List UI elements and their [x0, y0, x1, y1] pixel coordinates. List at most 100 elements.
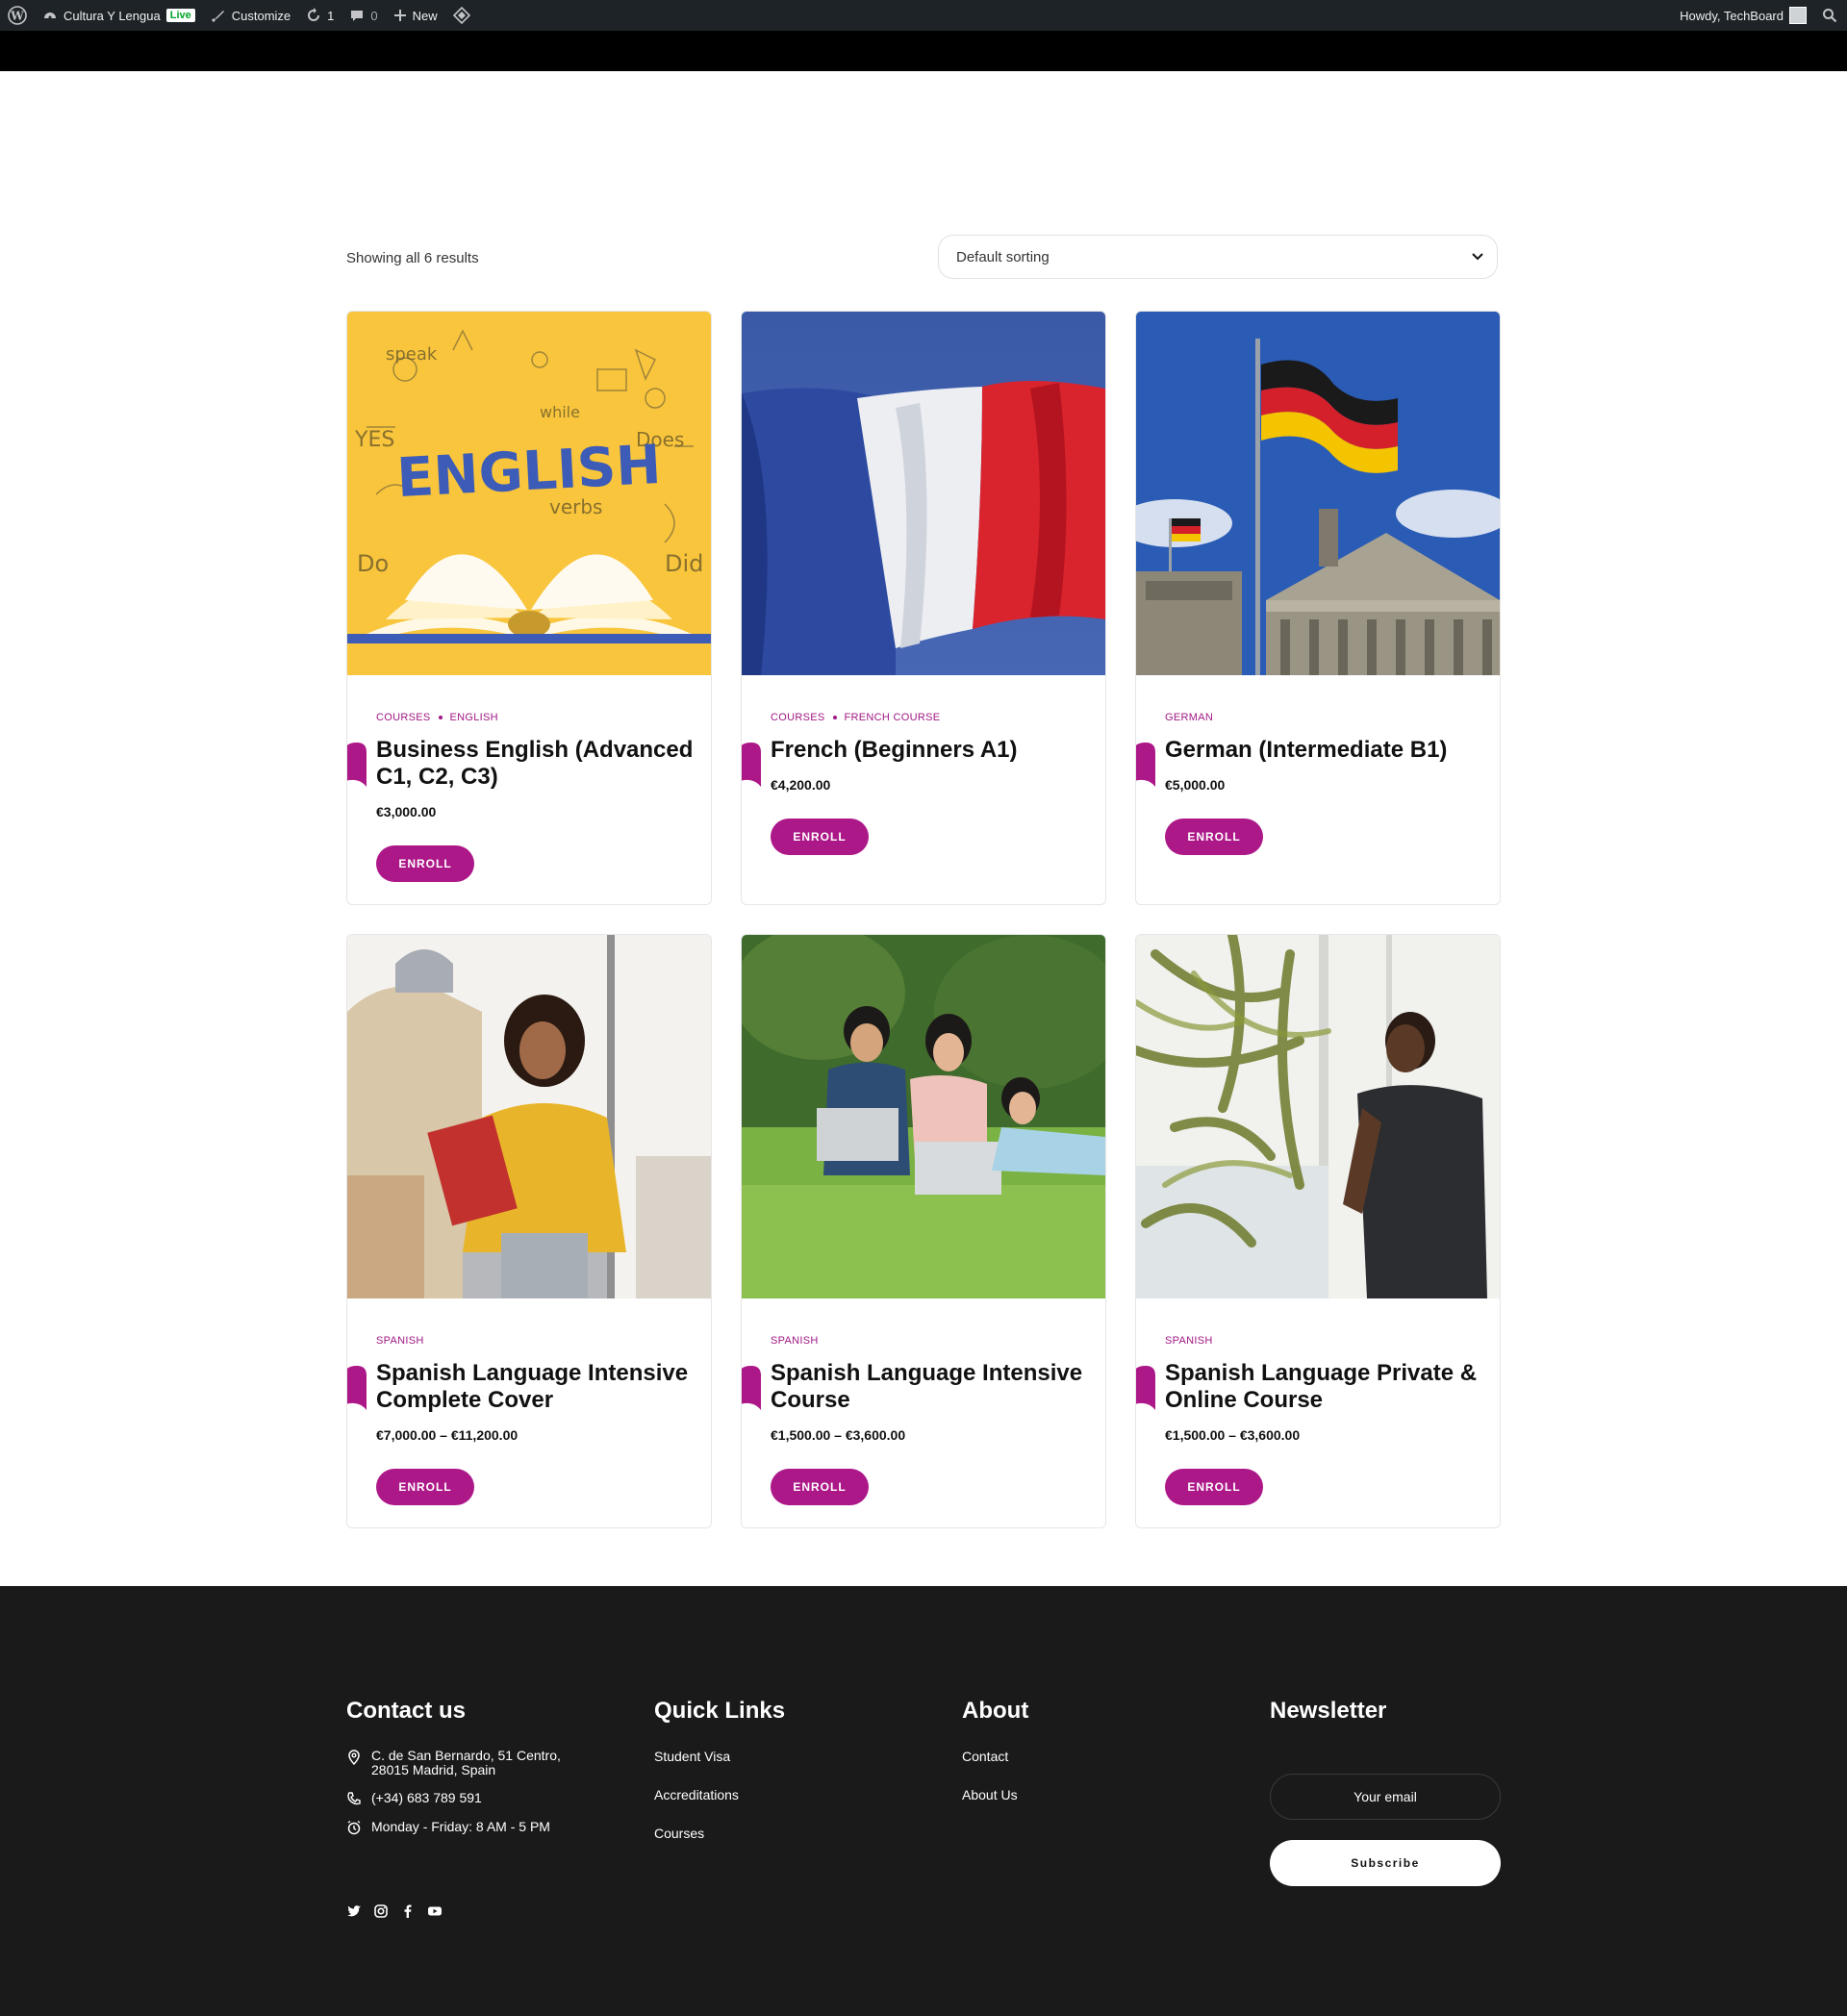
- footer-link-accreditations[interactable]: Accreditations: [654, 1787, 739, 1802]
- product-price: €1,500.00 – €3,600.00: [1165, 1427, 1301, 1443]
- comment-icon: [351, 11, 364, 21]
- search-icon[interactable]: [1814, 0, 1847, 31]
- facebook-icon[interactable]: [400, 1903, 416, 1919]
- product-image[interactable]: [1136, 935, 1500, 1298]
- phone-icon: [347, 1792, 361, 1805]
- product-image[interactable]: [347, 935, 711, 1298]
- address-line-2: 28015 Madrid, Spain: [371, 1762, 496, 1777]
- enroll-button[interactable]: Enroll: [1165, 1469, 1263, 1505]
- account-menu[interactable]: Howdy, TechBoard: [1672, 0, 1814, 31]
- updates-link[interactable]: 1: [298, 0, 342, 31]
- phone-number: (+34) 683 789 591: [371, 1790, 482, 1805]
- plus-icon: [393, 10, 406, 21]
- subscribe-button[interactable]: Subscribe: [1270, 1840, 1501, 1886]
- product-card: German German (Intermediate B1) €5,000.0…: [1135, 311, 1501, 905]
- bookmark-tab-icon: [742, 1366, 761, 1410]
- product-categories: Courses English: [376, 712, 498, 723]
- diamond-plugin-icon[interactable]: [445, 0, 478, 31]
- site-name: Cultura Y Lengua: [63, 8, 161, 23]
- brush-icon: [212, 11, 224, 22]
- result-count: Showing all 6 results: [346, 250, 479, 266]
- svg-text:speak: speak: [386, 344, 438, 365]
- footer-link-about-us[interactable]: About Us: [962, 1787, 1018, 1802]
- product-price: €5,000.00: [1165, 777, 1226, 793]
- address-line-1: C. de San Bernardo, 51 Centro,: [371, 1748, 561, 1763]
- newsletter-form: Your email Subscribe: [1270, 1586, 1501, 2016]
- product-title[interactable]: French (Beginners A1): [771, 737, 1088, 764]
- product-categories: Courses French Course: [771, 712, 940, 723]
- footer-heading: About: [962, 1698, 1029, 1724]
- separator-dot: [438, 716, 443, 719]
- youtube-icon[interactable]: [427, 1903, 443, 1919]
- twitter-icon[interactable]: [346, 1903, 362, 1919]
- enroll-button[interactable]: Enroll: [376, 845, 474, 882]
- product-title[interactable]: Spanish Language Intensive Complete Cove…: [376, 1360, 694, 1414]
- site-footer: Contact us C. de San Bernardo, 51 Centro…: [0, 1586, 1847, 2016]
- category-link[interactable]: French Course: [845, 712, 941, 723]
- product-image[interactable]: [742, 312, 1105, 675]
- comments-count: 0: [370, 8, 378, 23]
- phone[interactable]: (+34) 683 789 591: [346, 1790, 482, 1806]
- alarm-clock-icon: [347, 1820, 361, 1835]
- wordpress-logo-icon[interactable]: W: [0, 0, 35, 31]
- enroll-button[interactable]: Enroll: [771, 1469, 869, 1505]
- product-categories: German: [1165, 712, 1213, 723]
- svg-text:Did: Did: [665, 550, 703, 577]
- product-card: Spanish Spanish Language Intensive Cours…: [741, 934, 1106, 1528]
- product-image[interactable]: [1136, 312, 1500, 675]
- product-card: Spanish Spanish Language Intensive Compl…: [346, 934, 712, 1528]
- footer-link-contact[interactable]: Contact: [962, 1749, 1008, 1764]
- product-image[interactable]: [742, 935, 1105, 1298]
- enroll-button[interactable]: Enroll: [376, 1469, 474, 1505]
- product-price: €7,000.00 – €11,200.00: [376, 1427, 519, 1443]
- site-name-menu[interactable]: Cultura Y Lengua Live: [35, 0, 203, 31]
- product-image[interactable]: speak YES Does while verbs Do Did ENGLIS…: [347, 312, 711, 675]
- product-categories: Spanish: [771, 1335, 819, 1347]
- live-badge: Live: [165, 9, 195, 22]
- opening-hours: Monday - Friday: 8 AM - 5 PM: [346, 1819, 550, 1835]
- product-card: Courses French Course French (Beginners …: [741, 311, 1106, 905]
- product-price: €1,500.00 – €3,600.00: [771, 1427, 906, 1443]
- category-link[interactable]: Spanish: [376, 1335, 424, 1347]
- sorting-selected-value: Default sorting: [956, 248, 1050, 265]
- footer-link-courses[interactable]: Courses: [654, 1826, 704, 1841]
- updates-count: 1: [327, 8, 335, 23]
- product-price: €4,200.00: [771, 777, 831, 793]
- address: C. de San Bernardo, 51 Centro, 28015 Mad…: [346, 1749, 561, 1777]
- map-pin-icon: [348, 1750, 360, 1765]
- new-content-menu[interactable]: New: [386, 0, 445, 31]
- site-header-bar: [0, 31, 1847, 71]
- customize-label: Customize: [231, 8, 291, 23]
- category-link[interactable]: Spanish: [771, 1335, 819, 1347]
- hours-text: Monday - Friday: 8 AM - 5 PM: [371, 1819, 550, 1834]
- enroll-button[interactable]: Enroll: [1165, 819, 1263, 855]
- email-field[interactable]: Your email: [1270, 1774, 1501, 1820]
- product-title[interactable]: Spanish Language Intensive Course: [771, 1360, 1088, 1414]
- category-link[interactable]: German: [1165, 712, 1213, 723]
- category-link[interactable]: Courses: [376, 712, 431, 723]
- customize-link[interactable]: Customize: [203, 0, 298, 31]
- product-price: €3,000.00: [376, 804, 437, 819]
- product-title[interactable]: Spanish Language Private & Online Course: [1165, 1360, 1482, 1414]
- product-card: Spanish Spanish Language Private & Onlin…: [1135, 934, 1501, 1528]
- bookmark-tab-icon: [347, 1366, 367, 1410]
- svg-text:W: W: [10, 10, 24, 23]
- footer-link-student-visa[interactable]: Student Visa: [654, 1749, 730, 1764]
- updates-icon: [308, 8, 320, 21]
- footer-quick-links: Quick Links Student Visa Accreditations …: [654, 1698, 904, 1841]
- product-categories: Spanish: [1165, 1335, 1213, 1347]
- howdy-text: Howdy, TechBoard: [1680, 8, 1784, 23]
- category-link[interactable]: Spanish: [1165, 1335, 1213, 1347]
- enroll-button[interactable]: Enroll: [771, 819, 869, 855]
- chevron-down-icon: [1472, 253, 1483, 261]
- product-title[interactable]: Business English (Advanced C1, C2, C3): [376, 737, 694, 791]
- comments-link[interactable]: 0: [342, 0, 385, 31]
- bookmark-tab-icon: [1136, 743, 1155, 787]
- category-link[interactable]: English: [450, 712, 498, 723]
- new-label: New: [412, 8, 438, 23]
- product-title[interactable]: German (Intermediate B1): [1165, 737, 1482, 764]
- category-link[interactable]: Courses: [771, 712, 825, 723]
- sorting-select[interactable]: Default sorting: [938, 235, 1498, 279]
- dashboard-icon: [44, 13, 56, 19]
- instagram-icon[interactable]: [373, 1903, 389, 1919]
